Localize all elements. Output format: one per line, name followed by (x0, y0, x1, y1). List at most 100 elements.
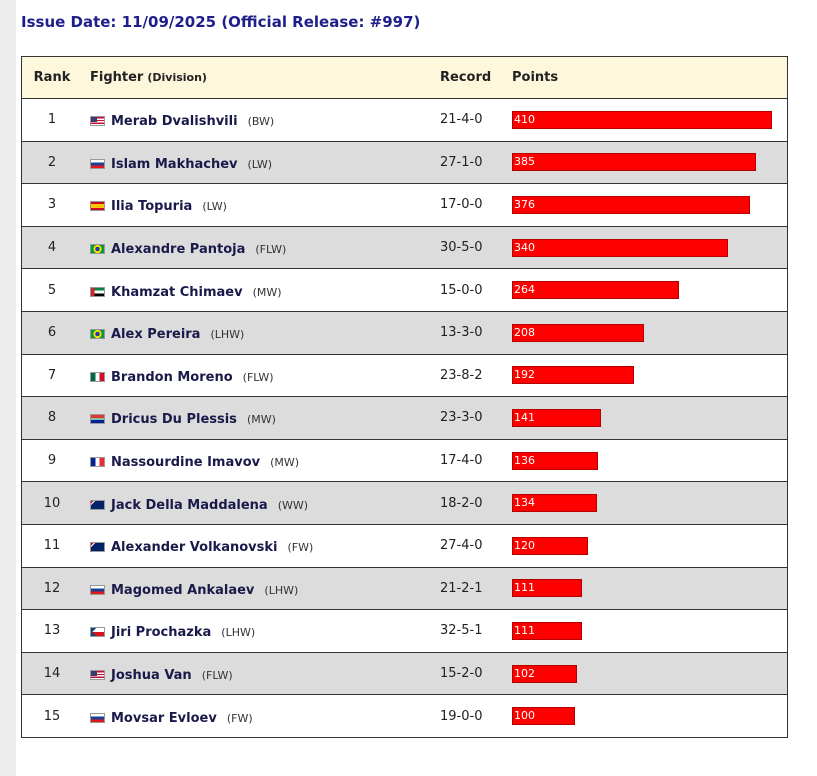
fighter-name: Nassourdine Imavov (111, 455, 261, 471)
points-bar-label: 111 (514, 581, 535, 595)
record-cell: 27-4-0 (440, 523, 512, 568)
table-row: 14 Joshua Van (FLW) 15-2-0 102 (21, 651, 788, 696)
col-header-fighter-label: Fighter (90, 70, 144, 85)
uae-flag-icon (90, 286, 105, 297)
left-gutter (0, 0, 16, 776)
rank-cell: 10 (21, 481, 82, 525)
fighter-name: Islam Makhachev (111, 156, 238, 172)
fighter-division: (FLW) (255, 243, 287, 257)
col-header-fighter: Fighter (Division) (82, 56, 440, 99)
table-row: 3 Ilia Topuria (LW) 17-0-0 376 (21, 183, 788, 227)
fighter-cell: Merab Dvalishvili (BW) (82, 98, 440, 142)
fighter-name: Merab Dvalishvili (111, 114, 238, 130)
issue-date-title: Issue Date: 11/09/2025 (Official Release… (21, 13, 421, 31)
france-flag-icon (90, 457, 105, 468)
points-bar-label: 410 (514, 112, 535, 126)
points-bar (512, 153, 756, 172)
table-row: 13 Jiri Prochazka (LHW) 32-5-1 111 (21, 609, 788, 653)
fighter-name: Alexander Volkanovski (111, 540, 278, 556)
points-bar-track: 102 (512, 664, 774, 683)
table-header-row: Rank Fighter (Division) Record Points (21, 56, 788, 99)
points-bar-label: 102 (514, 666, 535, 680)
table-row: 5 Khamzat Chimaev (MW) 15-0-0 264 (21, 268, 788, 312)
mexico-flag-icon (90, 371, 105, 382)
fighter-name: Movsar Evloev (111, 710, 217, 726)
points-bar-label: 120 (514, 538, 535, 552)
fighter-name: Alexandre Pantoja (111, 242, 246, 258)
fighter-name: Jack Della Maddalena (111, 497, 268, 513)
fighter-division: (FW) (287, 541, 314, 555)
points-bar (512, 281, 679, 300)
fighter-cell: Magomed Ankalaev (LHW) (82, 566, 440, 611)
fighter-division: (LHW) (264, 583, 299, 597)
points-cell: 208 (512, 310, 788, 355)
fighter-name: Khamzat Chimaev (111, 284, 243, 300)
fighter-cell: Dricus Du Plessis (MW) (82, 396, 440, 440)
points-bar-track: 100 (512, 707, 774, 726)
fighter-cell: Jack Della Maddalena (WW) (82, 481, 440, 525)
table-row: 12 Magomed Ankalaev (LHW) 21-2-1 111 (21, 566, 788, 611)
rank-cell: 1 (21, 98, 82, 142)
record-cell: 30-5-0 (440, 225, 512, 270)
record-cell: 17-0-0 (440, 183, 512, 227)
fighter-division: (LW) (247, 157, 273, 171)
points-bar (512, 238, 728, 257)
fighter-division: (BW) (247, 115, 275, 129)
fighter-name: Dricus Du Plessis (111, 412, 237, 428)
points-bar-label: 134 (514, 496, 535, 510)
fighter-division: (WW) (277, 498, 309, 512)
fighter-cell: Islam Makhachev (LW) (82, 140, 440, 185)
south-africa-flag-icon (90, 414, 105, 425)
us-flag-icon (90, 116, 105, 127)
fighter-division: (FW) (226, 711, 253, 725)
table-row: 2 Islam Makhachev (LW) 27-1-0 385 (21, 140, 788, 185)
col-header-record: Record (440, 56, 512, 99)
fighter-name: Alex Pereira (111, 327, 201, 343)
points-bar-track: 141 (512, 408, 774, 427)
fighter-name: Ilia Topuria (111, 199, 193, 215)
points-cell: 410 (512, 98, 788, 142)
points-cell: 141 (512, 396, 788, 440)
rank-cell: 14 (21, 651, 82, 696)
points-cell: 376 (512, 183, 788, 227)
rank-cell: 15 (21, 694, 82, 738)
fighter-division: (LHW) (221, 626, 256, 640)
fighter-name: Brandon Moreno (111, 369, 233, 385)
table-row: 1 Merab Dvalishvili (BW) 21-4-0 410 (21, 98, 788, 142)
points-cell: 264 (512, 268, 788, 312)
fighter-division: (FLW) (201, 669, 233, 683)
fighter-cell: Alexander Volkanovski (FW) (82, 523, 440, 568)
points-cell: 340 (512, 225, 788, 270)
russia-flag-icon (90, 158, 105, 169)
points-bar-label: 111 (514, 623, 535, 637)
fighter-cell: Ilia Topuria (LW) (82, 183, 440, 227)
record-cell: 15-0-0 (440, 268, 512, 312)
points-bar-track: 111 (512, 579, 774, 598)
fighter-cell: Alexandre Pantoja (FLW) (82, 225, 440, 270)
record-cell: 13-3-0 (440, 310, 512, 355)
points-bar-track: 136 (512, 451, 774, 470)
col-header-rank: Rank (21, 56, 82, 99)
rank-cell: 12 (21, 566, 82, 611)
fighter-division: (FLW) (242, 370, 274, 384)
points-cell: 192 (512, 353, 788, 398)
rankings-table: Rank Fighter (Division) Record Points 1 Me… (21, 56, 788, 738)
brazil-flag-icon (90, 244, 105, 255)
fighter-name: Jiri Prochazka (111, 625, 212, 641)
fighter-cell: Jiri Prochazka (LHW) (82, 609, 440, 653)
brazil-flag-icon (90, 329, 105, 340)
russia-flag-icon (90, 712, 105, 723)
fighter-cell: Joshua Van (FLW) (82, 651, 440, 696)
record-cell: 15-2-0 (440, 651, 512, 696)
col-header-division: (Division) (147, 71, 207, 84)
points-cell: 100 (512, 694, 788, 738)
record-cell: 21-4-0 (440, 98, 512, 142)
fighter-cell: Alex Pereira (LHW) (82, 310, 440, 355)
rank-cell: 13 (21, 609, 82, 653)
points-bar-track: 264 (512, 281, 774, 300)
fighter-division: (LW) (202, 200, 227, 214)
points-bar-label: 385 (514, 155, 535, 169)
points-bar (512, 110, 772, 129)
points-bar (512, 195, 750, 214)
points-bar-label: 192 (514, 368, 535, 382)
